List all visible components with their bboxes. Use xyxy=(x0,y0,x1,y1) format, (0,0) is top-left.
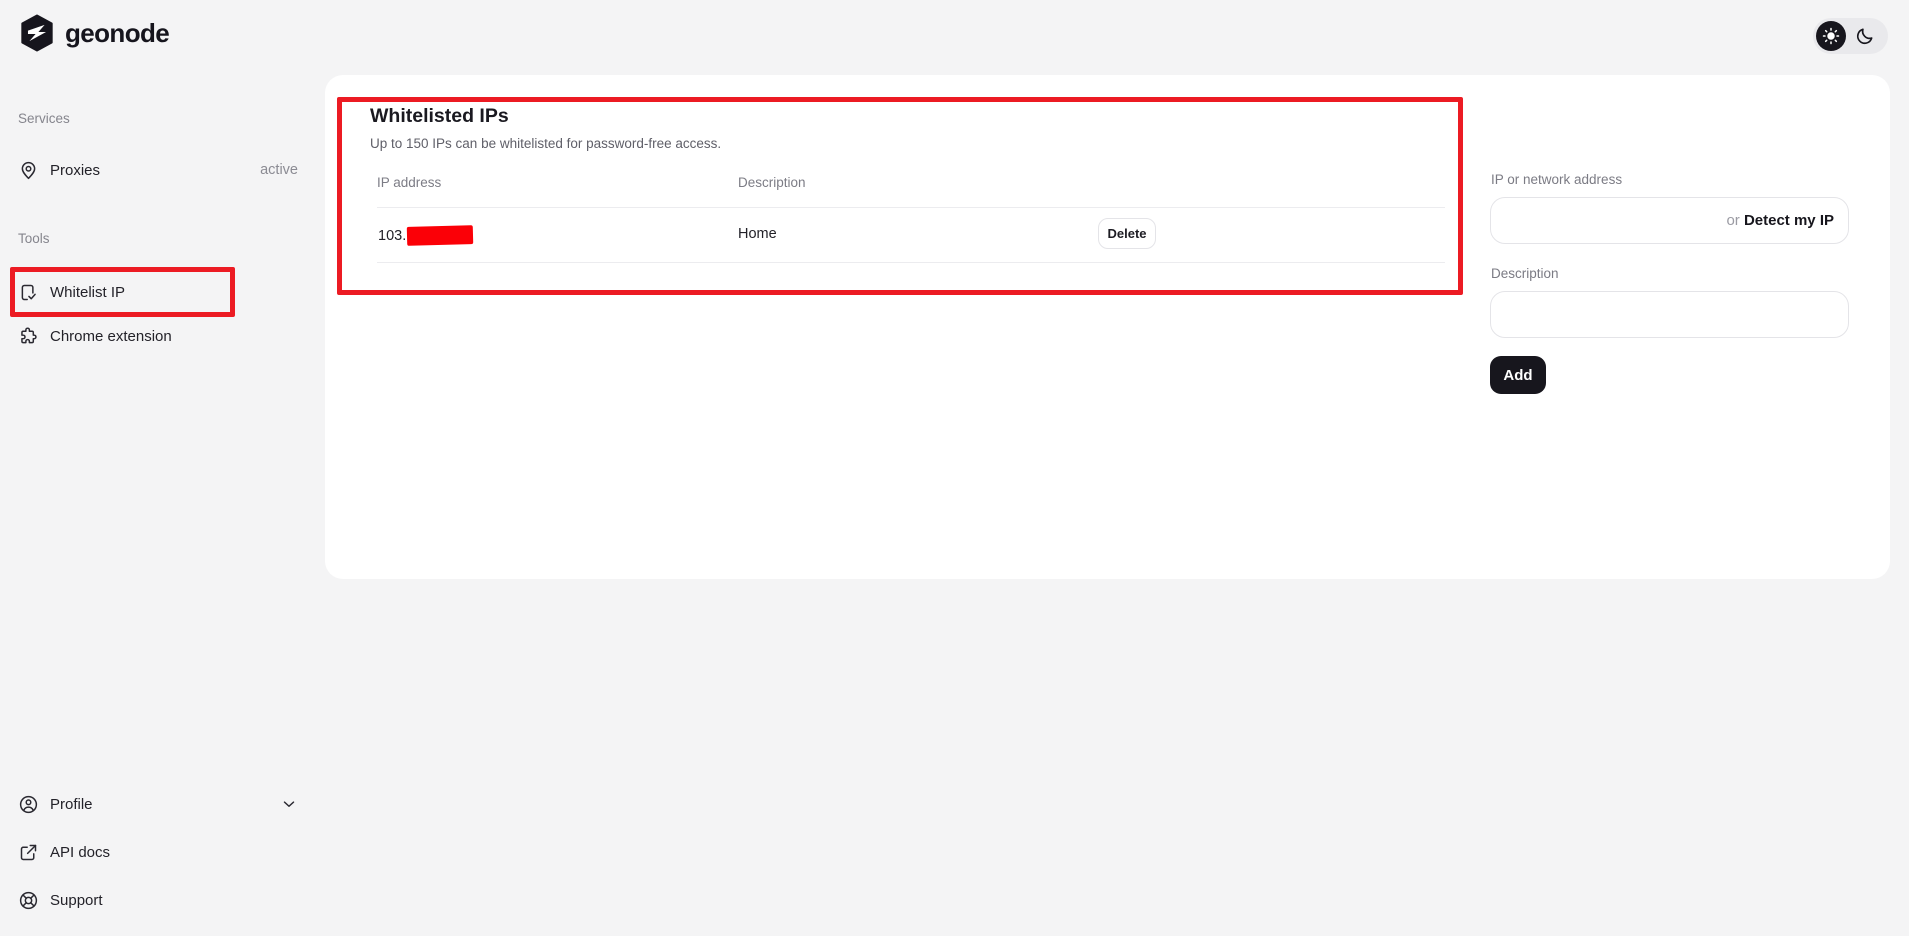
puzzle-icon xyxy=(18,326,39,347)
sidebar-item-label: Chrome extension xyxy=(50,328,172,345)
ip-address-input[interactable] xyxy=(1491,198,1726,243)
description-label: Description xyxy=(1491,266,1559,281)
ip-cell: 103. xyxy=(378,226,473,245)
sidebar-item-profile[interactable]: Profile xyxy=(0,784,312,824)
dark-mode-button[interactable] xyxy=(1850,21,1880,51)
table-divider xyxy=(377,262,1445,263)
sidebar-item-proxies[interactable]: Proxies active xyxy=(0,150,312,190)
sidebar-item-label: Profile xyxy=(50,796,93,813)
sidebar-section-tools: Tools xyxy=(18,231,50,246)
whitelist-check-icon xyxy=(18,282,39,303)
redacted-ip xyxy=(407,225,473,246)
column-header-description: Description xyxy=(738,175,806,190)
page-subtitle: Up to 150 IPs can be whitelisted for pas… xyxy=(370,136,721,151)
sidebar-item-whitelist-ip[interactable]: Whitelist IP xyxy=(0,272,312,312)
profile-icon xyxy=(18,794,39,815)
ip-value: 103. xyxy=(378,228,406,244)
sidebar-section-services: Services xyxy=(18,111,70,126)
detect-prefix: or xyxy=(1726,212,1744,229)
sidebar-item-api-docs[interactable]: API docs xyxy=(0,832,312,872)
add-button[interactable]: Add xyxy=(1490,356,1546,394)
sidebar-item-support[interactable]: Support xyxy=(0,880,312,920)
moon-icon xyxy=(1855,26,1875,46)
sidebar-item-label: Whitelist IP xyxy=(50,284,125,301)
whitelisted-ips-card: Whitelisted IPs Up to 150 IPs can be whi… xyxy=(325,75,1890,579)
brand-name: geonode xyxy=(65,18,169,49)
location-pin-icon xyxy=(18,160,39,181)
geonode-logo-icon xyxy=(18,14,56,52)
sidebar: Services Proxies active Tools Whitelist … xyxy=(0,60,312,936)
description-input[interactable] xyxy=(1491,292,1848,337)
sidebar-item-label: Support xyxy=(50,892,103,909)
detect-my-ip-link[interactable]: or Detect my IP xyxy=(1726,212,1848,229)
external-link-icon xyxy=(18,842,39,863)
chevron-down-icon xyxy=(280,795,298,813)
column-header-ip: IP address xyxy=(377,175,441,190)
sidebar-item-label: Proxies xyxy=(50,162,100,179)
support-lifebuoy-icon xyxy=(18,890,39,911)
ip-address-label: IP or network address xyxy=(1491,172,1622,187)
sun-icon xyxy=(1822,27,1840,45)
sidebar-item-chrome-extension[interactable]: Chrome extension xyxy=(0,316,312,356)
description-field-wrap xyxy=(1490,291,1849,338)
description-cell: Home xyxy=(738,226,777,242)
geonode-logo[interactable]: geonode xyxy=(18,14,169,52)
detect-link-label: Detect my IP xyxy=(1744,212,1834,229)
delete-button[interactable]: Delete xyxy=(1098,218,1156,249)
proxies-status-badge: active xyxy=(260,162,298,178)
sidebar-item-label: API docs xyxy=(50,844,110,861)
table-divider xyxy=(377,207,1445,208)
light-mode-button[interactable] xyxy=(1816,21,1846,51)
ip-address-field-wrap: or Detect my IP xyxy=(1490,197,1849,244)
theme-toggle[interactable] xyxy=(1813,18,1888,54)
page-title: Whitelisted IPs xyxy=(370,105,509,128)
